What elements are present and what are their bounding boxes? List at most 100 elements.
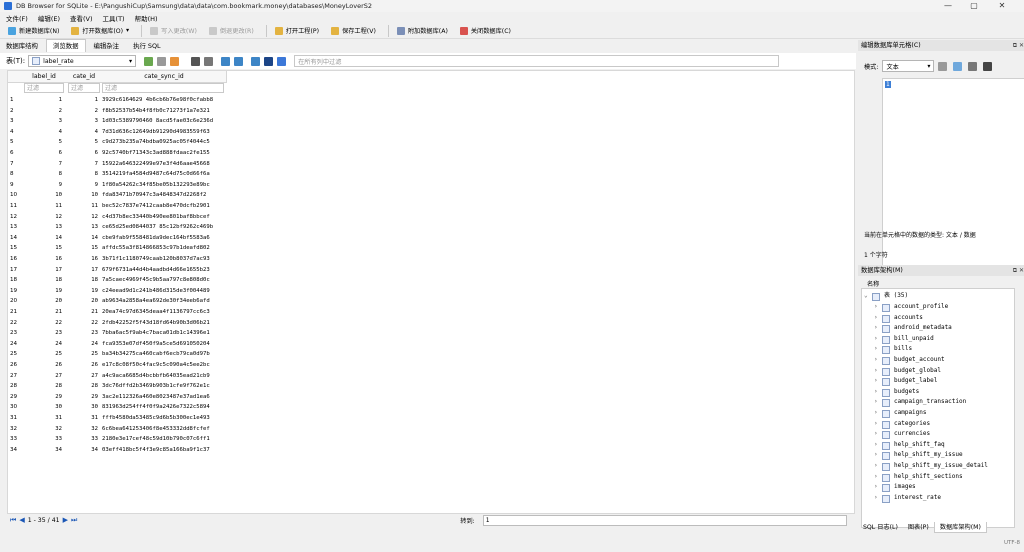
cell-cate-id[interactable]: 16: [66, 254, 98, 265]
cell-cate-sync-id[interactable]: 92c5740bf71343c3ad888fdaac2fe155: [102, 148, 226, 159]
clear-filters-icon[interactable]: [157, 56, 167, 66]
table-row[interactable]: 16 16 16 3b71f1c1180749caab120b8037d7ac93: [8, 254, 226, 265]
cell-cate-sync-id[interactable]: c9d273b235a74bdba0925ac05f4044c5: [102, 137, 226, 148]
cell-cate-sync-id[interactable]: 3514219fa4584d9487c64d75c0d66f6a: [102, 169, 226, 180]
table-row[interactable]: 18 18 18 7a5caec4969f45c9b5aa797c8e808d0c: [8, 275, 226, 286]
cell-cate-id[interactable]: 27: [66, 371, 98, 382]
table-row[interactable]: 23 23 23 7bba6ac5f9ab4c7baca01db1c14396e1: [8, 328, 226, 339]
table-row[interactable]: 28 28 28 3dc76dffd2b3469b903b1cfe9f762e1c: [8, 381, 226, 392]
replace-icon[interactable]: [264, 56, 274, 66]
cell-cate-sync-id[interactable]: ce65d25ed0844037 85c12bf9262c469b: [102, 222, 226, 233]
cell-label-id[interactable]: 1: [24, 95, 62, 106]
table-select[interactable]: label_rate ▾: [28, 55, 137, 67]
cell-label-id[interactable]: 22: [24, 318, 62, 329]
cell-label-id[interactable]: 18: [24, 275, 62, 286]
chevron-right-icon[interactable]: ›: [874, 493, 878, 504]
table-row[interactable]: 20 20 20 ab9634a2858a4ea692de30f34eeb6afd: [8, 296, 226, 307]
cell-label-id[interactable]: 5: [24, 137, 62, 148]
table-row[interactable]: 13 13 13 ce65d25ed0844037 85c12bf9262c469b: [8, 222, 226, 233]
first-record-button[interactable]: ⏮: [10, 516, 16, 525]
find-icon[interactable]: [251, 56, 261, 66]
cell-cate-id[interactable]: 4: [66, 127, 98, 138]
chevron-right-icon[interactable]: ›: [874, 429, 878, 440]
cell-cate-id[interactable]: 8: [66, 169, 98, 180]
previous-record-button[interactable]: ◀: [19, 516, 24, 524]
table-row[interactable]: 31 31 31 fffb4580da53485c9d6b5b300ec1e493: [8, 413, 226, 424]
attach-database-button[interactable]: 附加数据库(A): [393, 25, 452, 37]
cell-label-id[interactable]: 27: [24, 371, 62, 382]
chevron-down-icon[interactable]: ⌄: [864, 291, 868, 302]
cell-cate-sync-id[interactable]: ab9634a2858a4ea692de30f34eeb6afd: [102, 296, 226, 307]
filter-label-id[interactable]: 过滤: [24, 83, 64, 93]
cell-cate-sync-id[interactable]: fca9353e07df450f9a5ce5d691050204: [102, 339, 226, 350]
cell-cate-sync-id[interactable]: c24eead9d1c241b486d315de3f004489: [102, 286, 226, 297]
chevron-right-icon[interactable]: ›: [874, 302, 878, 313]
table-row[interactable]: 9 9 9 1f80a54262c34f85be05b132293e89bc: [8, 180, 226, 191]
table-row[interactable]: 24 24 24 fca9353e07df450f9a5ce5d691050204: [8, 339, 226, 350]
auto-switch-icon[interactable]: [938, 61, 948, 71]
cell-cate-sync-id[interactable]: 3929c6164629 4b6cb6b76e98f0cfabb8: [102, 95, 226, 106]
cell-label-id[interactable]: 4: [24, 127, 62, 138]
word-wrap-icon[interactable]: [953, 61, 963, 71]
cell-cate-id[interactable]: 23: [66, 328, 98, 339]
cell-cate-id[interactable]: 32: [66, 424, 98, 435]
cell-label-id[interactable]: 30: [24, 402, 62, 413]
chevron-right-icon[interactable]: ›: [874, 450, 878, 461]
chevron-right-icon[interactable]: ›: [874, 334, 878, 345]
menu-tools[interactable]: 工具(T): [103, 13, 125, 23]
table-row[interactable]: 26 26 26 e17c8c08f50c4fac9c5c090a4c5ee2bc: [8, 360, 226, 371]
write-changes-button[interactable]: 写入更改(W): [146, 25, 201, 37]
table-row[interactable]: 17 17 17 679f6731a44d4b4aadbd4d66e1655b23: [8, 265, 226, 276]
filter-icon[interactable]: [277, 56, 287, 66]
chevron-right-icon[interactable]: ›: [874, 313, 878, 324]
cell-cate-id[interactable]: 29: [66, 392, 98, 403]
last-record-button[interactable]: ⏭: [71, 516, 77, 525]
cell-cate-sync-id[interactable]: 2180e3e17cef48c59d10b790c07c6ff1: [102, 434, 226, 445]
export-icon[interactable]: [983, 61, 993, 71]
cell-cate-id[interactable]: 14: [66, 233, 98, 244]
save-project-button[interactable]: 保存工程(V): [327, 25, 380, 37]
cell-cate-id[interactable]: 34: [66, 445, 98, 456]
tab-edit-pragmas[interactable]: 编辑杂注: [88, 40, 126, 52]
clear-sort-icon[interactable]: [170, 56, 180, 66]
cell-cate-sync-id[interactable]: f8b52537b54b4f8fb0c71273f1a7e321: [102, 106, 226, 117]
cell-cate-sync-id[interactable]: 7d31d636c12649db91290d4983559f63: [102, 127, 226, 138]
import-icon[interactable]: [968, 61, 978, 71]
table-row[interactable]: 29 29 29 3ac2e112326a460e8023487e37ad1ea6: [8, 392, 226, 403]
print-icon[interactable]: [204, 56, 214, 66]
cell-cate-id[interactable]: 3: [66, 116, 98, 127]
cell-cate-sync-id[interactable]: 2fdb42252f5f43d18fd64b90b3d06b21: [102, 318, 226, 329]
cell-cate-id[interactable]: 20: [66, 296, 98, 307]
cell-label-id[interactable]: 15: [24, 243, 62, 254]
cell-label-id[interactable]: 29: [24, 392, 62, 403]
cell-cate-id[interactable]: 11: [66, 201, 98, 212]
chevron-right-icon[interactable]: ›: [874, 355, 878, 366]
cell-label-id[interactable]: 32: [24, 424, 62, 435]
cell-cate-sync-id[interactable]: 3b71f1c1180749caab120b8037d7ac93: [102, 254, 226, 265]
cell-cate-id[interactable]: 15: [66, 243, 98, 254]
table-row[interactable]: 4 4 4 7d31d636c12649db91290d4983559f63: [8, 127, 226, 138]
table-row[interactable]: 27 27 27 a4c9aca6685d4bcbbfb64035ead21cb9: [8, 371, 226, 382]
table-row[interactable]: 6 6 6 92c5740bf71343c3ad888fdaac2fe155: [8, 148, 226, 159]
cell-cate-sync-id[interactable]: 15922a646322499e97e3f4d6aae45668: [102, 159, 226, 170]
menu-file[interactable]: 文件(F): [6, 13, 28, 23]
cell-cate-id[interactable]: 17: [66, 265, 98, 276]
cell-label-id[interactable]: 13: [24, 222, 62, 233]
data-grid[interactable]: label_id cate_id cate_sync_id 过滤 过滤 过滤 1…: [7, 70, 855, 514]
cell-label-id[interactable]: 2: [24, 106, 62, 117]
close-database-button[interactable]: 关闭数据库(C): [456, 25, 515, 37]
chevron-right-icon[interactable]: ›: [874, 482, 878, 493]
cell-cate-sync-id[interactable]: 831963d254ff4f0f9a2426e7322c5894: [102, 402, 226, 413]
tab-plot[interactable]: 图表(P): [903, 522, 934, 533]
cell-cate-sync-id[interactable]: cbe9fab9f558481da9dec164bf5583a6: [102, 233, 226, 244]
tab-database-structure[interactable]: 数据库结构: [0, 40, 44, 52]
new-database-button[interactable]: 新建数据库(N): [4, 25, 63, 37]
table-row[interactable]: 25 25 25 ba34b34275ca460cabf6ecb79ca0d97b: [8, 349, 226, 360]
table-row[interactable]: 34 34 34 03eff418bc5f4f3e9c85a166ba9f1c37: [8, 445, 226, 456]
chevron-right-icon[interactable]: ›: [874, 376, 878, 387]
open-project-button[interactable]: 打开工程(P): [271, 25, 323, 37]
table-row[interactable]: 30 30 30 831963d254ff4f0f9a2426e7322c5894: [8, 402, 226, 413]
cell-cate-id[interactable]: 1: [66, 95, 98, 106]
table-row[interactable]: 15 15 15 affdc55a3f814866853c97b1deafd802: [8, 243, 226, 254]
minimize-button[interactable]: —: [936, 0, 960, 12]
